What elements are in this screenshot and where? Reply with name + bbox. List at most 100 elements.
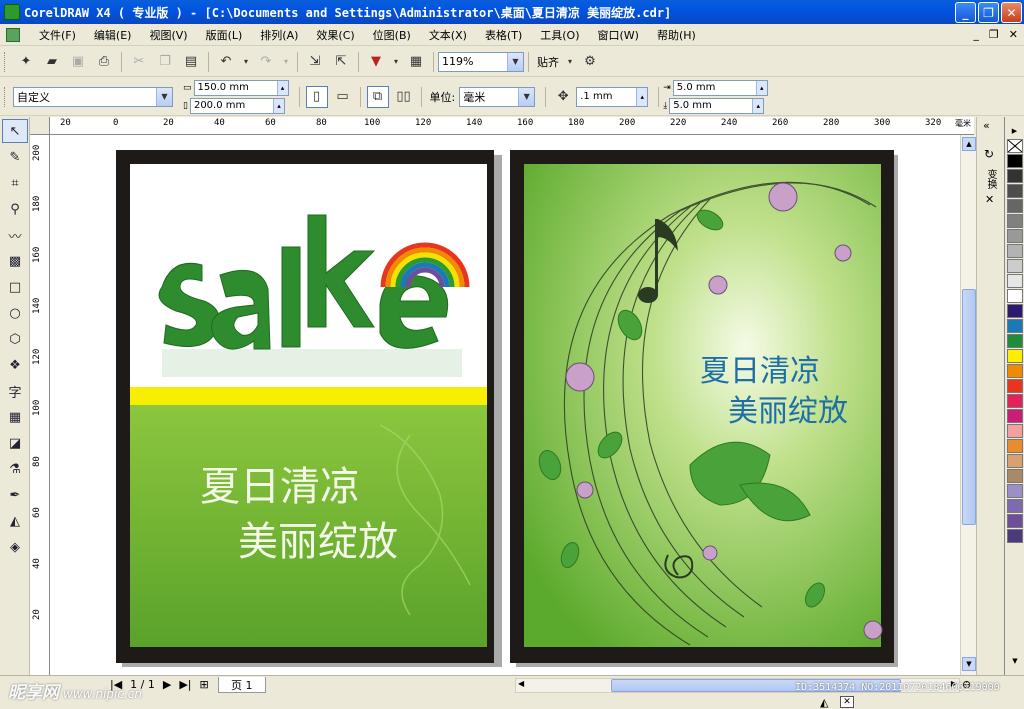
undo-dropdown-icon[interactable]: ▾ — [241, 51, 251, 73]
color-swatch[interactable] — [1007, 379, 1023, 393]
spinner-icon[interactable]: ▴ — [276, 80, 288, 95]
page-tab[interactable]: 页 1 — [218, 677, 266, 693]
new-document-icon[interactable]: ✦ — [15, 51, 37, 73]
spinner-icon[interactable]: ▴ — [636, 87, 648, 106]
smart-fill-tool-icon[interactable]: ▩ — [2, 249, 28, 273]
color-swatch[interactable] — [1007, 409, 1023, 423]
color-swatch[interactable] — [1007, 469, 1023, 483]
color-swatch[interactable] — [1007, 229, 1023, 243]
cut-icon[interactable]: ✂ — [128, 51, 150, 73]
close-button[interactable]: ✕ — [1001, 2, 1022, 23]
maximize-button[interactable]: ❐ — [978, 2, 999, 23]
color-swatch[interactable] — [1007, 424, 1023, 438]
welcome-screen-icon[interactable]: ▦ — [405, 51, 427, 73]
color-swatch[interactable] — [1007, 454, 1023, 468]
color-swatch[interactable] — [1007, 499, 1023, 513]
color-swatch[interactable] — [1007, 394, 1023, 408]
menu-effects[interactable]: 效果(C) — [307, 27, 363, 43]
redo-dropdown-icon[interactable]: ▾ — [281, 51, 291, 73]
ruler-origin[interactable] — [30, 117, 50, 135]
horizontal-ruler[interactable]: 20 0 20 40 60 80 100 120 140 160 180 200… — [50, 117, 974, 135]
color-swatch[interactable] — [1007, 334, 1023, 348]
color-swatch[interactable] — [1007, 364, 1023, 378]
paste-icon[interactable]: ▤ — [180, 51, 202, 73]
menu-help[interactable]: 帮助(H) — [648, 27, 705, 43]
color-swatch[interactable] — [1007, 439, 1023, 453]
menu-bitmaps[interactable]: 位图(B) — [364, 27, 420, 43]
menu-edit[interactable]: 编辑(E) — [85, 27, 141, 43]
page-height-field[interactable]: 200.0 mm ▴ — [189, 97, 285, 114]
duplicate-y-field[interactable]: 5.0 mm ▴ — [669, 97, 765, 114]
nudge-distance-field[interactable]: .1 mm ▴ — [576, 86, 649, 107]
vertical-ruler[interactable]: 200 180 160 140 120 100 80 60 40 20 — [30, 135, 50, 675]
import-icon[interactable]: ⇲ — [304, 51, 326, 73]
zoom-level-combo[interactable]: 119% ▼ — [438, 51, 524, 72]
color-swatch[interactable] — [1007, 529, 1023, 543]
save-icon[interactable]: ▣ — [67, 51, 89, 73]
application-launcher-icon[interactable]: ▼ — [365, 51, 387, 73]
freehand-tool-icon[interactable]: 〰 — [2, 223, 28, 247]
interactive-fill-tool-icon[interactable]: ◈ — [2, 535, 28, 559]
menu-layout[interactable]: 版面(L) — [197, 27, 252, 43]
fill-tool-icon[interactable]: ◭ — [2, 509, 28, 533]
ellipse-tool-icon[interactable]: ○ — [2, 301, 28, 325]
chevron-down-icon[interactable]: ▼ — [156, 87, 172, 106]
polygon-tool-icon[interactable]: ⬡ — [2, 327, 28, 351]
next-page-icon[interactable]: ▶ — [163, 678, 171, 691]
last-page-icon[interactable]: ▶| — [179, 678, 191, 691]
scroll-left-icon[interactable]: ◀ — [518, 679, 524, 688]
scroll-up-icon[interactable]: ▲ — [962, 137, 976, 151]
all-pages-icon[interactable]: ⧉ — [366, 85, 389, 108]
units-combo[interactable]: 毫米 ▼ — [459, 86, 536, 107]
duplicate-x-field[interactable]: 5.0 mm ▴ — [672, 79, 768, 96]
palette-scroll-up-icon[interactable]: ▶ — [1005, 127, 1024, 139]
drawing-canvas[interactable]: 夏日清凉 美丽绽放 夏日清凉 美丽绽放 — [50, 135, 960, 675]
close-docker-icon[interactable]: ✕ — [985, 193, 994, 206]
snap-dropdown-icon[interactable]: ▾ — [565, 51, 575, 73]
doc-close-button[interactable]: ✕ — [1009, 28, 1018, 41]
color-swatch[interactable] — [1007, 214, 1023, 228]
spinner-icon[interactable]: ▴ — [752, 98, 764, 113]
eyedropper-tool-icon[interactable]: ⚗ — [2, 457, 28, 481]
propertybar-grip[interactable] — [4, 86, 7, 107]
menu-tools[interactable]: 工具(O) — [531, 27, 588, 43]
doc-minimize-button[interactable]: _ — [973, 28, 979, 41]
menu-arrange[interactable]: 排列(A) — [251, 27, 307, 43]
expand-docker-icon[interactable]: « — [983, 119, 990, 132]
chevron-down-icon[interactable]: ▼ — [518, 87, 535, 106]
zoom-tool-icon[interactable]: ⚲ — [2, 197, 28, 221]
landscape-icon[interactable]: ▭ — [332, 86, 354, 108]
menu-file[interactable]: 文件(F) — [30, 27, 85, 43]
text-tool-icon[interactable]: 字 — [2, 379, 28, 403]
transform-icon[interactable]: ↻ — [984, 147, 994, 161]
pick-tool-icon[interactable]: ↖ — [2, 119, 28, 143]
vertical-scroll-thumb[interactable] — [962, 289, 976, 525]
poster-right[interactable]: 夏日清凉 美丽绽放 — [510, 150, 898, 667]
color-swatch[interactable] — [1007, 259, 1023, 273]
docker-tab-transform[interactable]: 变换 — [983, 169, 998, 189]
add-page-icon[interactable]: ⊞ — [200, 678, 209, 691]
color-swatch[interactable] — [1007, 199, 1023, 213]
spinner-icon[interactable]: ▴ — [755, 80, 767, 95]
color-swatch[interactable] — [1007, 484, 1023, 498]
chevron-down-icon[interactable]: ▼ — [507, 52, 523, 71]
outline-tool-icon[interactable]: ✒ — [2, 483, 28, 507]
toolbar-grip[interactable] — [4, 51, 7, 72]
menu-text[interactable]: 文本(X) — [420, 27, 476, 43]
page-width-field[interactable]: 150.0 mm ▴ — [193, 79, 289, 96]
doc-restore-button[interactable]: ❐ — [989, 28, 999, 41]
interactive-blend-tool-icon[interactable]: ◪ — [2, 431, 28, 455]
no-fill-swatch[interactable] — [1007, 139, 1023, 153]
snap-to-label[interactable]: 贴齐 — [537, 54, 559, 70]
menu-view[interactable]: 视图(V) — [140, 27, 196, 43]
color-swatch[interactable] — [1007, 184, 1023, 198]
menu-window[interactable]: 窗口(W) — [589, 27, 648, 43]
color-swatch[interactable] — [1007, 154, 1023, 168]
scroll-down-icon[interactable]: ▼ — [962, 657, 976, 671]
color-swatch[interactable] — [1007, 244, 1023, 258]
open-folder-icon[interactable]: ▰ — [41, 51, 63, 73]
minimize-button[interactable]: _ — [955, 2, 976, 23]
crop-tool-icon[interactable]: ⌗ — [2, 171, 28, 195]
redo-icon[interactable]: ↷ — [255, 51, 277, 73]
color-swatch[interactable] — [1007, 274, 1023, 288]
